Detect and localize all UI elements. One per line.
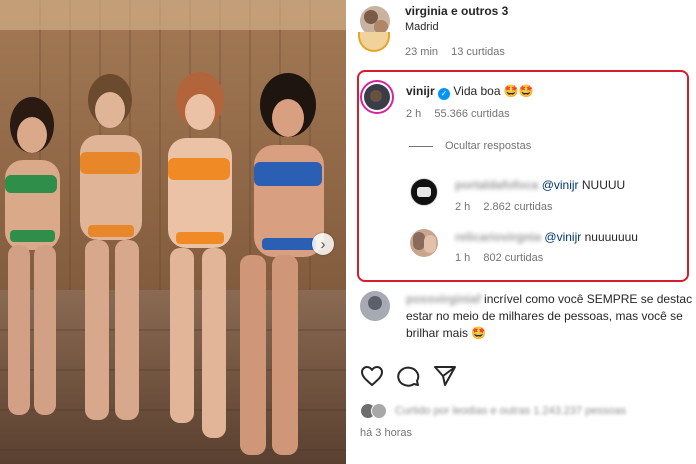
next-comment-text-3: brilhar mais 🤩: [406, 326, 487, 340]
share-button[interactable]: [433, 365, 457, 387]
post-photo: ›: [0, 0, 346, 464]
like-button[interactable]: [360, 365, 384, 387]
next-photo-button[interactable]: ›: [312, 233, 334, 255]
liked-by-text[interactable]: Curtido por leodias e outras 1.243.237 p…: [395, 405, 626, 417]
post-time: há 3 horas: [360, 427, 412, 439]
next-comment-username[interactable]: possvirginiaf: [406, 292, 481, 306]
header-location[interactable]: Madrid: [405, 21, 439, 33]
comment-bubble-icon: [397, 366, 420, 387]
prev-comment-avatar[interactable]: [358, 32, 390, 52]
next-comment-text-1: incrível como você SEMPRE se destac: [484, 292, 693, 306]
prev-comment-time: 23 min: [405, 46, 439, 58]
next-comment-line-1: possvirginiaf incrível como você SEMPRE …: [406, 291, 696, 308]
next-comment: possvirginiaf incrível como você SEMPRE …: [406, 291, 696, 342]
prev-comment-likes[interactable]: 13 curtidas: [451, 46, 505, 58]
next-comment-avatar[interactable]: [360, 291, 390, 321]
prev-comment-meta: 23 min 13 curtidas: [405, 46, 515, 58]
chevron-right-icon: ›: [320, 235, 326, 253]
heart-icon: [361, 366, 383, 386]
header-title[interactable]: virginia e outros 3: [405, 4, 508, 18]
next-comment-text-2: estar no meio de milhares de pessoas, ma…: [406, 309, 683, 323]
liked-by-avatar-2: [371, 403, 387, 419]
paper-plane-icon: [434, 366, 456, 386]
highlight-frame: [357, 70, 689, 282]
comment-button[interactable]: [397, 365, 421, 387]
